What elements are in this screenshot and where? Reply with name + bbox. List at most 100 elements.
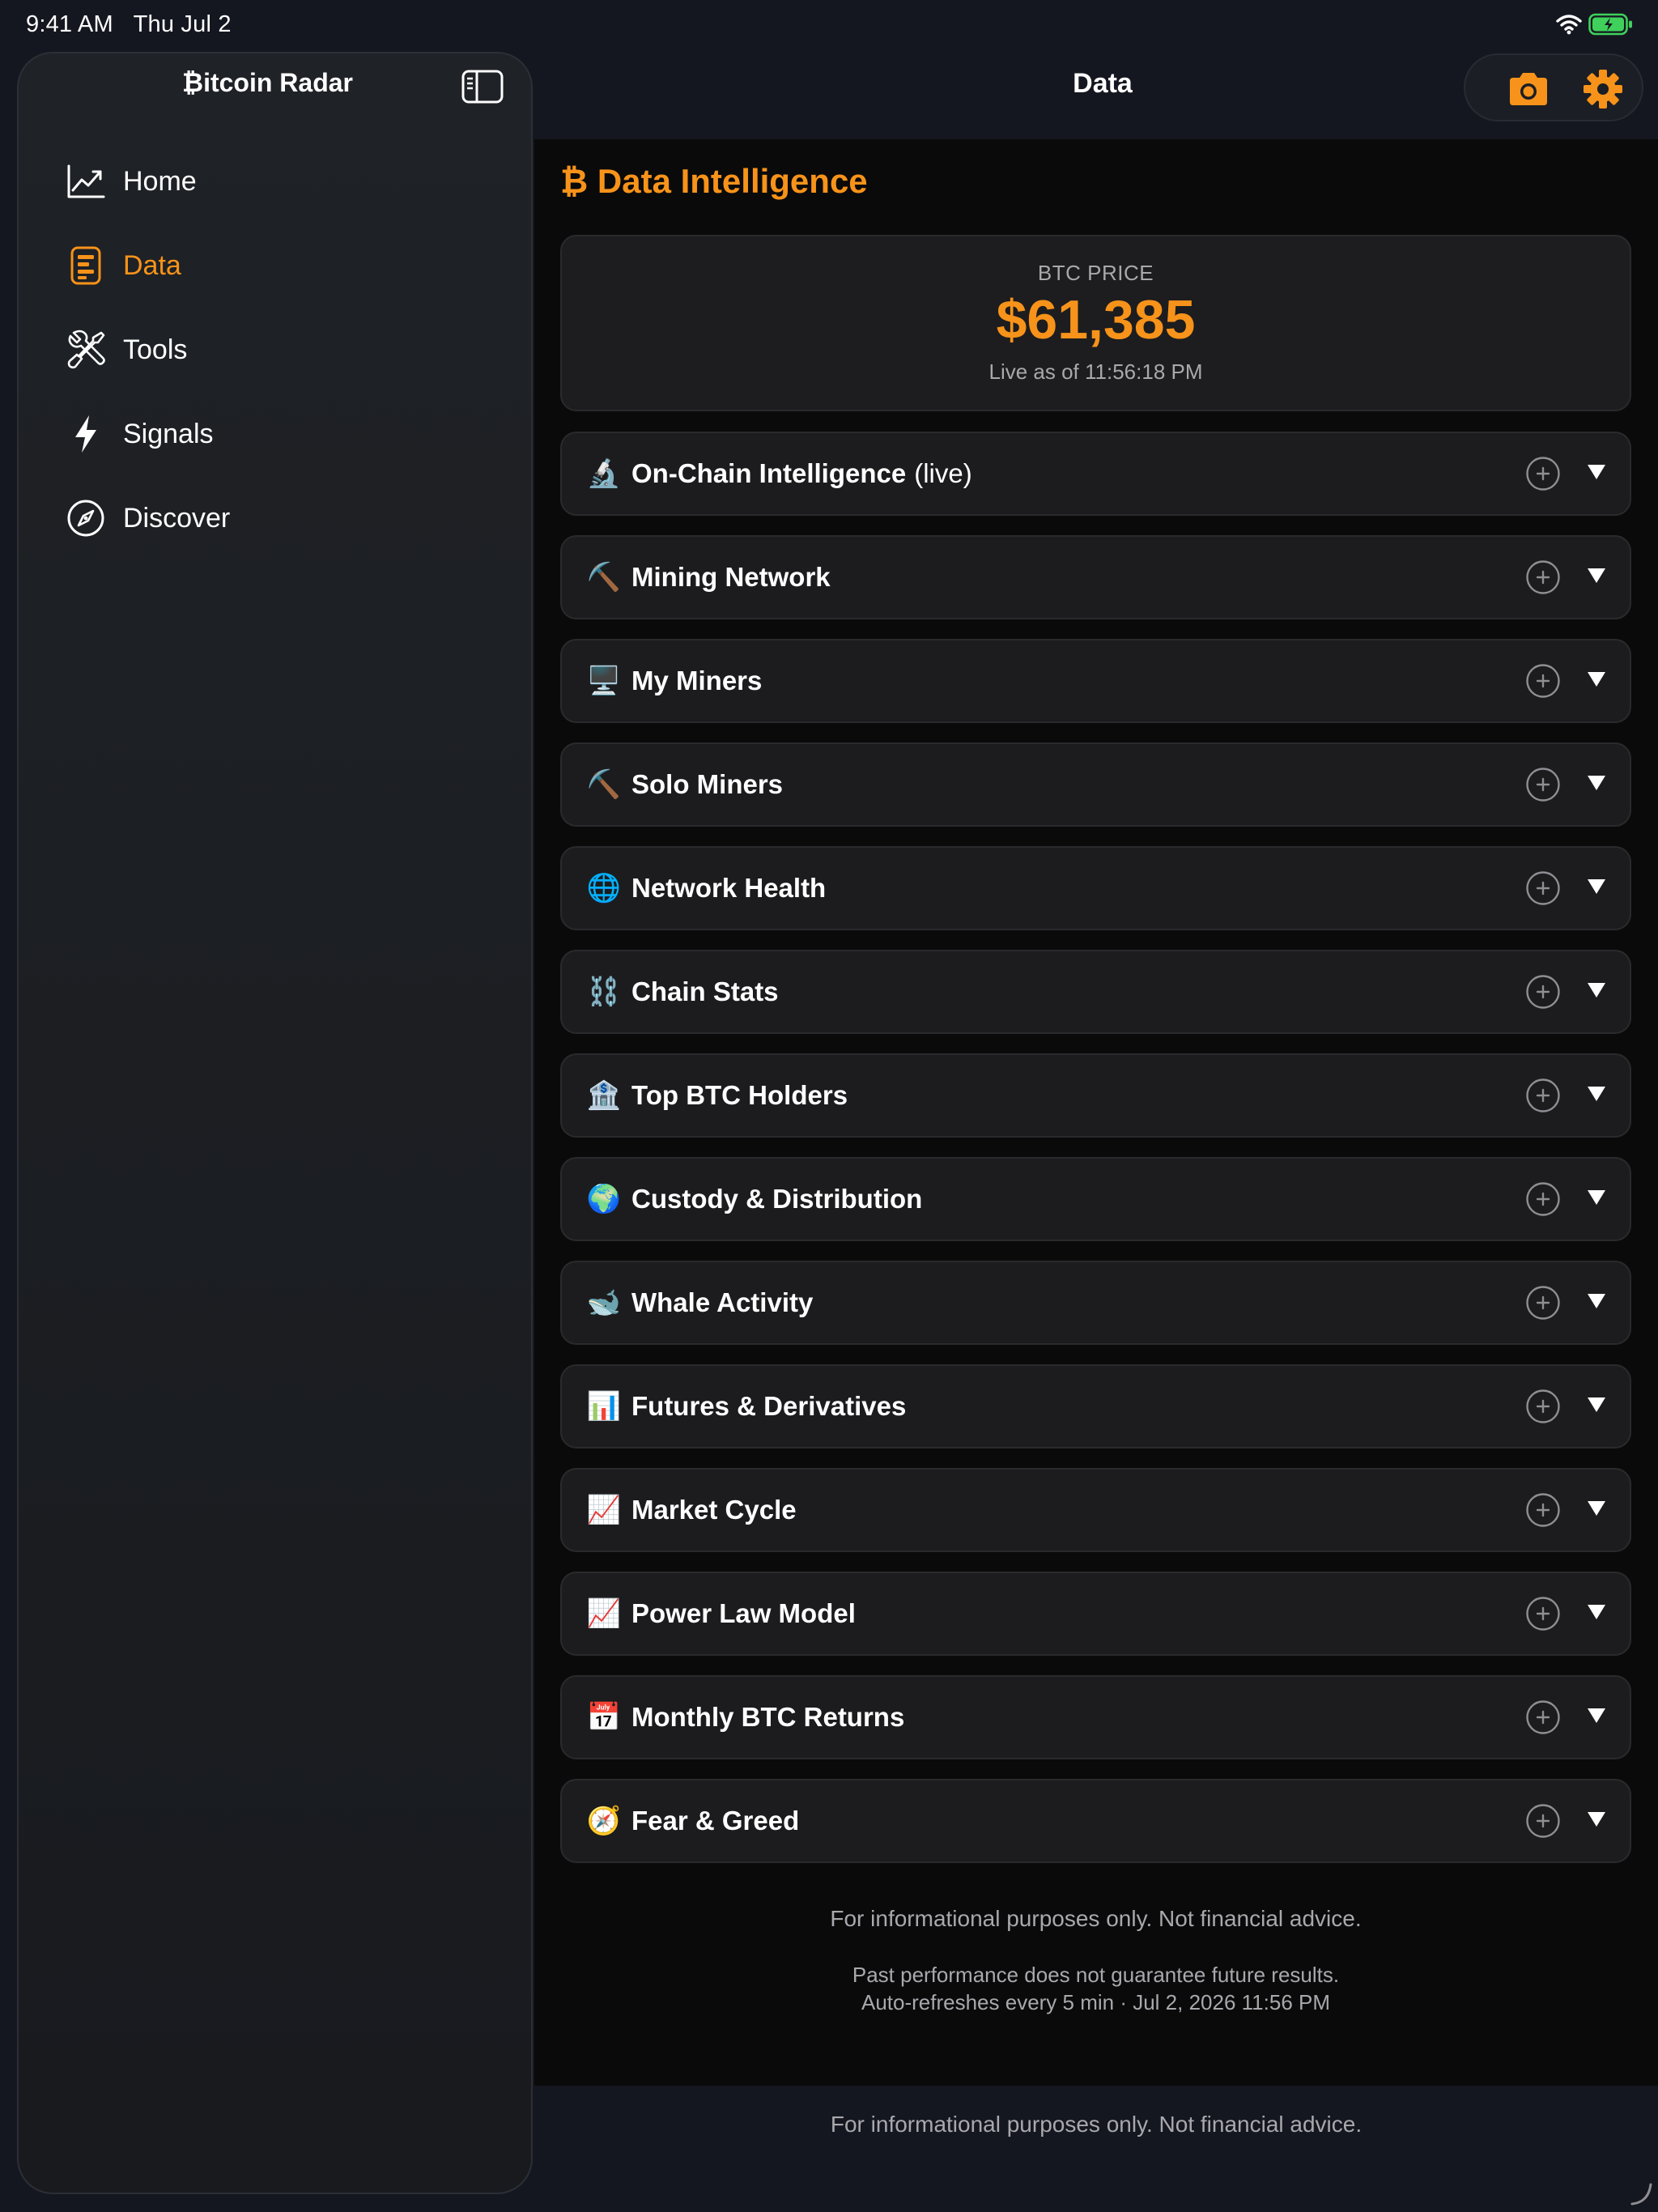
add-circle-button[interactable] [1525, 974, 1561, 1010]
accordion-section[interactable]: 📈 Market Cycle [560, 1468, 1631, 1552]
toolbar-actions [1464, 53, 1643, 121]
section-emoji-icon: ⛏️ [586, 768, 622, 801]
accordion-section[interactable]: ⛓️ Chain Stats [560, 950, 1631, 1034]
section-label: Custody & Distribution [631, 1184, 923, 1214]
expand-toggle-button[interactable] [1586, 875, 1607, 896]
accordion-section[interactable]: 📊 Futures & Derivatives [560, 1364, 1631, 1448]
expand-toggle-button[interactable] [1586, 1186, 1607, 1207]
triangle-down-icon [1588, 1397, 1605, 1412]
expand-toggle-button[interactable] [1586, 979, 1607, 1000]
section-label: Monthly BTC Returns [631, 1702, 905, 1732]
expand-toggle-button[interactable] [1586, 668, 1607, 689]
add-circle-button[interactable] [1525, 1389, 1561, 1424]
section-emoji-icon: 🌍 [586, 1183, 622, 1215]
add-circle-button[interactable] [1525, 767, 1561, 802]
accordion-section[interactable]: 🔬 On-Chain Intelligence (live) [560, 432, 1631, 516]
expand-toggle-button[interactable] [1586, 1601, 1607, 1622]
triangle-down-icon [1588, 1087, 1605, 1101]
add-circle-button[interactable] [1525, 559, 1561, 595]
add-circle-button[interactable] [1525, 1285, 1561, 1321]
plus-circle-icon [1526, 664, 1560, 698]
accordion-section[interactable]: ⛏️ Mining Network [560, 535, 1631, 619]
expand-toggle-button[interactable] [1586, 1393, 1607, 1414]
add-circle-button[interactable] [1525, 1803, 1561, 1839]
section-title: ₿ Data Intelligence [560, 162, 868, 200]
bolt-icon [65, 413, 107, 455]
triangle-down-icon [1588, 983, 1605, 998]
accordion-section[interactable]: 🖥️ My Miners [560, 639, 1631, 723]
sidebar-item-signals[interactable]: Signals [65, 406, 214, 462]
section-emoji-icon: 🏦 [586, 1079, 622, 1112]
gear-icon [1584, 70, 1622, 108]
expand-toggle-button[interactable] [1586, 1290, 1607, 1311]
section-label: Fear & Greed [631, 1806, 800, 1836]
triangle-down-icon [1588, 1812, 1605, 1827]
add-circle-button[interactable] [1525, 1181, 1561, 1217]
sidebar-item-home[interactable]: Home [65, 153, 197, 210]
sidebar-item-tools[interactable]: Tools [65, 321, 187, 378]
resize-handle-icon[interactable] [1629, 2181, 1653, 2206]
document-icon [65, 245, 107, 287]
section-label: Futures & Derivatives [631, 1391, 907, 1421]
sidebar-toggle-button[interactable] [461, 70, 504, 104]
accordion-section[interactable]: 📈 Power Law Model [560, 1572, 1631, 1656]
triangle-down-icon [1588, 776, 1605, 790]
section-emoji-icon: 🌐 [586, 872, 622, 904]
section-label: Chain Stats [631, 976, 779, 1006]
plus-circle-icon [1526, 1182, 1560, 1216]
expand-toggle-button[interactable] [1586, 564, 1607, 585]
status-bar-icons [1556, 13, 1634, 40]
accordion-section[interactable]: 🧭 Fear & Greed [560, 1779, 1631, 1863]
plus-circle-icon [1526, 1597, 1560, 1631]
status-bar-time: 9:41 AM Thu Jul 2 [26, 11, 232, 38]
accordion-section[interactable]: 🏦 Top BTC Holders [560, 1053, 1631, 1138]
add-circle-button[interactable] [1525, 456, 1561, 491]
expand-toggle-button[interactable] [1586, 1704, 1607, 1725]
section-emoji-icon: 🖥️ [586, 665, 622, 697]
add-circle-button[interactable] [1525, 1078, 1561, 1113]
section-emoji-icon: ⛓️ [586, 976, 622, 1008]
accordion-section[interactable]: 🌐 Network Health [560, 846, 1631, 930]
sidebar-item-label: Signals [123, 418, 214, 449]
expand-toggle-button[interactable] [1586, 1497, 1607, 1518]
sidebar-item-data[interactable]: Data [65, 237, 181, 294]
sidebar-item-label: Data [123, 249, 181, 281]
expand-toggle-button[interactable] [1586, 772, 1607, 793]
accordion-section[interactable]: ⛏️ Solo Miners [560, 742, 1631, 827]
expand-toggle-button[interactable] [1586, 1083, 1607, 1104]
price-timestamp: Live as of 11:56:18 PM [988, 359, 1203, 384]
section-label: Top BTC Holders [631, 1080, 848, 1110]
triangle-down-icon [1588, 1708, 1605, 1723]
plus-circle-icon [1526, 1700, 1560, 1734]
triangle-down-icon [1588, 1501, 1605, 1516]
triangle-down-icon [1588, 1605, 1605, 1619]
plus-circle-icon [1526, 975, 1560, 1009]
plus-circle-icon [1526, 1078, 1560, 1112]
add-circle-button[interactable] [1525, 870, 1561, 906]
accordion-section[interactable]: 🌍 Custody & Distribution [560, 1157, 1631, 1241]
accordion-section[interactable]: 🐋 Whale Activity [560, 1261, 1631, 1345]
plus-circle-icon [1526, 1389, 1560, 1423]
add-circle-button[interactable] [1525, 1492, 1561, 1528]
expand-toggle-button[interactable] [1586, 1808, 1607, 1829]
plus-circle-icon [1526, 1286, 1560, 1320]
section-label-extra: (live) [914, 458, 972, 488]
accordion-section[interactable]: 📅 Monthly BTC Returns [560, 1675, 1631, 1759]
triangle-down-icon [1588, 672, 1605, 687]
status-time: 9:41 AM [26, 11, 113, 37]
add-circle-button[interactable] [1525, 1699, 1561, 1735]
price-value: $61,385 [996, 289, 1196, 351]
page-title: Data [1073, 68, 1133, 99]
settings-button[interactable] [1580, 66, 1626, 112]
sidebar-item-label: Discover [123, 502, 231, 534]
camera-button[interactable] [1506, 66, 1551, 112]
add-circle-button[interactable] [1525, 1596, 1561, 1631]
expand-toggle-button[interactable] [1586, 461, 1607, 482]
btc-price-card: BTC PRICE $61,385 Live as of 11:56:18 PM [560, 235, 1631, 411]
chart-line-icon [65, 160, 107, 202]
sidebar-item-discover[interactable]: Discover [65, 490, 230, 547]
add-circle-button[interactable] [1525, 663, 1561, 699]
section-label: My Miners [631, 666, 763, 696]
plus-circle-icon [1526, 871, 1560, 905]
plus-circle-icon [1526, 1804, 1560, 1838]
